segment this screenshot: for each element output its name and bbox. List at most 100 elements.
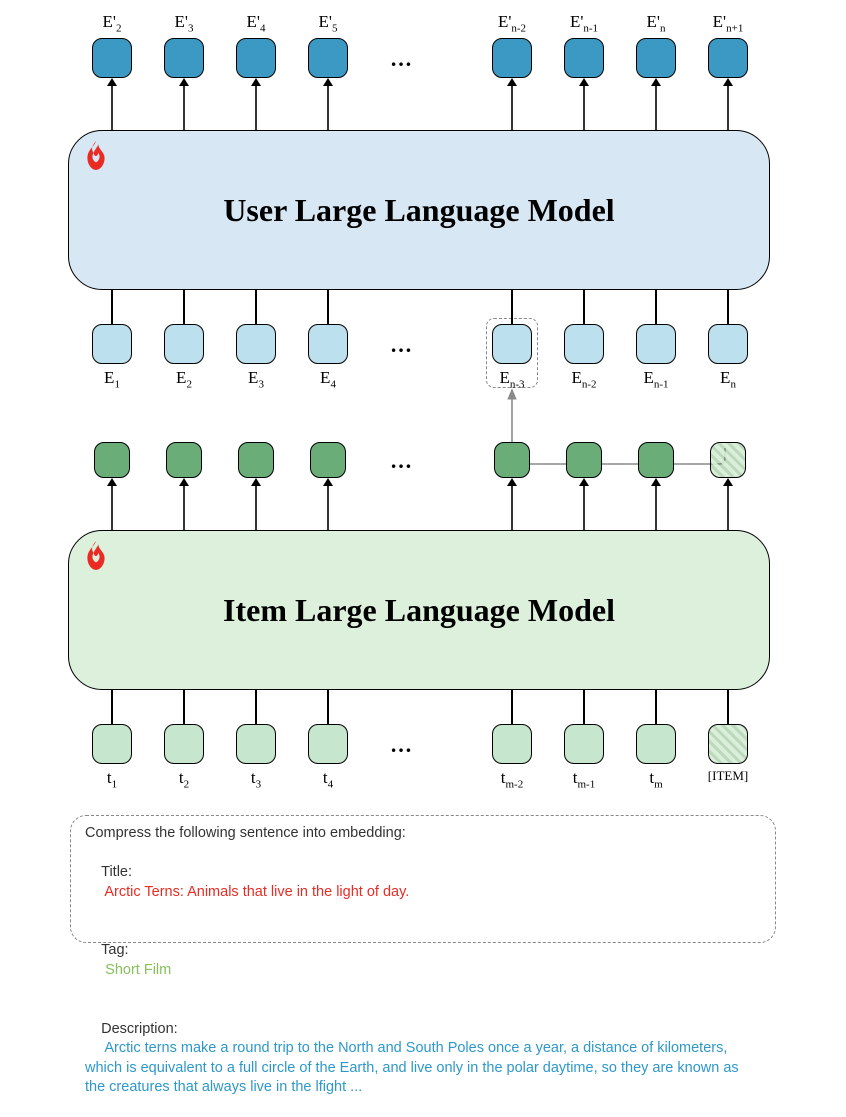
ellipsis: … (390, 448, 414, 474)
user-input-token (492, 324, 532, 364)
user-output-token (164, 38, 204, 78)
arrow-up-icon (721, 78, 735, 130)
item-input-special-token (708, 724, 748, 764)
item-input-label: tm-1 (554, 768, 614, 790)
user-input-token (708, 324, 748, 364)
item-input-token (308, 724, 348, 764)
arrow-up-icon (505, 78, 519, 130)
user-output-label: E'5 (298, 12, 358, 34)
user-input-label: E1 (82, 368, 142, 390)
connector-line (727, 690, 729, 724)
arrow-up-icon (721, 478, 735, 530)
connector-line (255, 690, 257, 724)
user-output-token (492, 38, 532, 78)
arrow-up-icon (105, 478, 119, 530)
user-model-title: User Large Language Model (223, 192, 614, 229)
item-input-label: tm (626, 768, 686, 790)
connector-line (111, 690, 113, 724)
item-output-token (166, 442, 202, 478)
connector-line (583, 290, 585, 324)
user-input-label: En (698, 368, 758, 390)
user-input-label: En-2 (554, 368, 614, 390)
arrow-up-icon (177, 478, 191, 530)
connector-line (327, 690, 329, 724)
user-output-label: E'n-2 (482, 12, 542, 34)
item-input-label: t2 (154, 768, 214, 790)
user-output-label: E'n (626, 12, 686, 34)
item-input-token (636, 724, 676, 764)
arrow-up-icon (177, 78, 191, 130)
user-input-token (636, 324, 676, 364)
prompt-line: Compress the following sentence into emb… (85, 824, 761, 844)
item-input-label: tm-2 (482, 768, 542, 790)
connector-line (727, 290, 729, 324)
item-input-label: t4 (298, 768, 358, 790)
flame-icon (83, 541, 109, 571)
ellipsis: … (390, 732, 414, 758)
user-output-token (564, 38, 604, 78)
item-model-block: Item Large Language Model (68, 530, 770, 690)
connector-line (583, 690, 585, 724)
ellipsis: … (390, 46, 414, 72)
arrow-up-icon (321, 478, 335, 530)
tag-line: Tag: Short Film (85, 922, 761, 1000)
item-output-token (238, 442, 274, 478)
item-output-token (566, 442, 602, 478)
arrow-up-icon (249, 478, 263, 530)
arrow-up-icon (105, 78, 119, 130)
user-input-token (308, 324, 348, 364)
connector-line (511, 690, 513, 724)
item-output-token (94, 442, 130, 478)
item-output-token (310, 442, 346, 478)
user-input-label: E2 (154, 368, 214, 390)
arrow-up-icon (249, 78, 263, 130)
connector-line (655, 690, 657, 724)
user-output-token (308, 38, 348, 78)
user-model-block: User Large Language Model (68, 130, 770, 290)
item-output-special-token (710, 442, 746, 478)
user-input-label: E3 (226, 368, 286, 390)
connector-line (183, 690, 185, 724)
user-input-label: En-3 (482, 368, 542, 390)
arrow-up-icon (505, 478, 519, 530)
arrow-up-icon (649, 478, 663, 530)
connector-line (183, 290, 185, 324)
user-input-token (564, 324, 604, 364)
connector-line (111, 290, 113, 324)
item-output-token (494, 442, 530, 478)
connector-line (511, 290, 513, 324)
user-input-token (92, 324, 132, 364)
diagram-canvas: { "title_user_model": "User Large Langua… (0, 0, 846, 958)
item-input-token (564, 724, 604, 764)
user-output-label: E'2 (82, 12, 142, 34)
desc-line: Description: Arctic terns make a round t… (85, 1000, 761, 1117)
flame-icon (83, 141, 109, 171)
arrow-up-icon (577, 478, 591, 530)
user-output-token (708, 38, 748, 78)
user-output-label: E'n+1 (698, 12, 758, 34)
user-input-token (164, 324, 204, 364)
user-output-label: E'4 (226, 12, 286, 34)
item-input-token (164, 724, 204, 764)
connector-line (255, 290, 257, 324)
item-input-label: t3 (226, 768, 286, 790)
user-output-token (236, 38, 276, 78)
prompt-textbox: Compress the following sentence into emb… (70, 815, 776, 943)
item-input-label: [ITEM] (698, 768, 758, 784)
user-input-label: En-1 (626, 368, 686, 390)
user-input-token (236, 324, 276, 364)
item-input-label: t1 (82, 768, 142, 790)
item-input-token (492, 724, 532, 764)
item-model-title: Item Large Language Model (223, 592, 615, 629)
connector-line (655, 290, 657, 324)
title-line: Title: Arctic Terns: Animals that live i… (85, 844, 761, 922)
arrow-up-icon (321, 78, 335, 130)
user-input-label: E4 (298, 368, 358, 390)
arrow-up-icon (577, 78, 591, 130)
ellipsis: … (390, 332, 414, 358)
user-output-token (92, 38, 132, 78)
connector-line (327, 290, 329, 324)
item-output-token (638, 442, 674, 478)
item-input-token (92, 724, 132, 764)
user-output-token (636, 38, 676, 78)
